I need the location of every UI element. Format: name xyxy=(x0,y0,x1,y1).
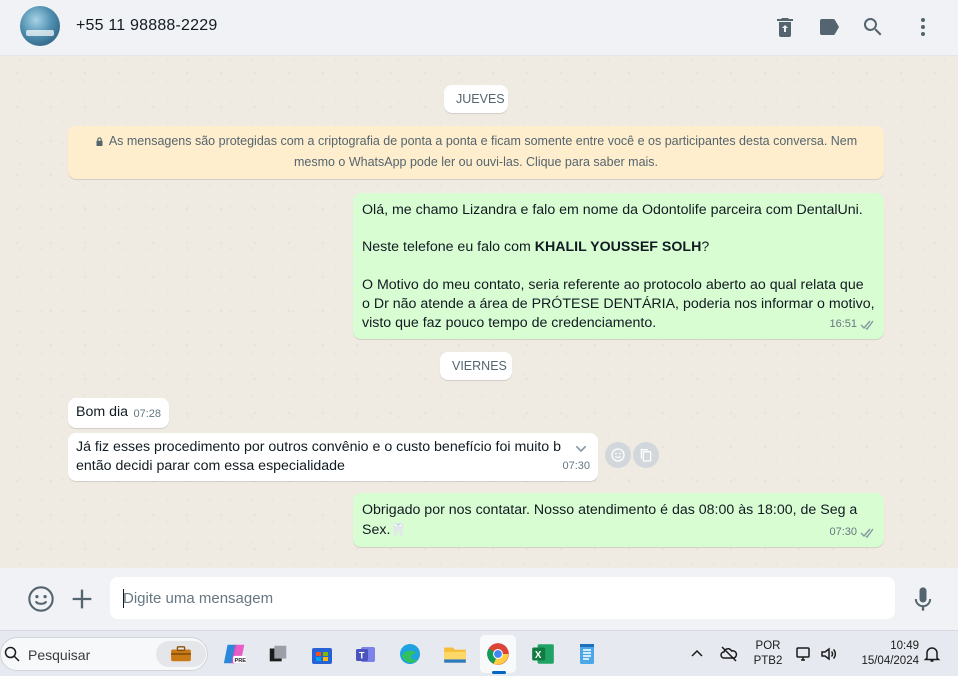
lock-icon xyxy=(96,137,103,146)
emoji-icon[interactable] xyxy=(27,585,55,613)
message-time: 07:30 xyxy=(829,526,857,538)
compose-bar xyxy=(0,568,958,630)
volume-icon[interactable] xyxy=(820,645,838,663)
attach-plus-icon[interactable] xyxy=(68,585,96,613)
message-text-line: Já fiz esses procedimento por outros con… xyxy=(76,439,562,455)
contact-name[interactable]: +55 11 98888-2229 xyxy=(76,17,217,35)
tooth-emoji: 🦷 xyxy=(390,522,407,537)
search-icon xyxy=(4,646,20,662)
onedrive-offline-icon[interactable] xyxy=(720,645,738,663)
message-text-line: Olá, me chamo Lizandra e falo em nome da… xyxy=(362,202,863,218)
message-outgoing[interactable]: Olá, me chamo Lizandra e falo em nome da… xyxy=(353,193,884,339)
search-label: Pesquisar xyxy=(28,647,91,663)
message-outgoing[interactable]: Obrigado por nos contatar. Nosso atendim… xyxy=(353,493,884,547)
emoji-react-icon[interactable] xyxy=(605,442,631,468)
svg-text:X: X xyxy=(535,650,542,661)
excel-icon[interactable]: X xyxy=(528,639,558,669)
message-meta: 07:30 xyxy=(829,523,876,542)
search-icon[interactable] xyxy=(861,15,885,39)
chat-panel[interactable]: JUEVES As mensagens são protegidas com a… xyxy=(0,56,958,568)
text-caret xyxy=(123,589,124,608)
keyboard-layout: PTB2 xyxy=(753,655,783,667)
clock-time: 10:49 xyxy=(890,640,919,652)
encryption-text: As mensagens são protegidas com a cripto… xyxy=(108,134,858,169)
copilot-icon[interactable]: PRE xyxy=(220,639,250,669)
message-meta: 07:30 xyxy=(562,457,590,476)
windows-taskbar: Pesquisar PRE T X POR PTB2 10:49 15/04/2… xyxy=(0,630,958,676)
taskbar-search[interactable]: Pesquisar xyxy=(0,637,208,671)
message-meta: 16:51 xyxy=(829,315,876,334)
message-text-line: Neste telefone eu falo com KHALIL YOUSSE… xyxy=(362,239,710,255)
clock[interactable]: 10:49 15/04/2024 xyxy=(851,639,919,669)
copy-icon[interactable] xyxy=(633,442,659,468)
chrome-icon[interactable] xyxy=(480,635,516,673)
microphone-icon[interactable] xyxy=(909,585,937,613)
contact-avatar[interactable] xyxy=(20,6,60,46)
date-separator-viernes: VIERNES xyxy=(440,352,512,380)
clock-date: 15/04/2024 xyxy=(861,655,919,667)
notification-bell-icon[interactable] xyxy=(923,645,941,663)
active-app-indicator xyxy=(492,671,506,674)
svg-text:PRE: PRE xyxy=(235,658,247,664)
file-explorer-icon[interactable] xyxy=(440,639,470,669)
chevron-up-icon[interactable] xyxy=(688,645,706,663)
language-code: POR xyxy=(755,640,781,652)
menu-icon[interactable] xyxy=(911,15,935,39)
message-meta: 07:28 xyxy=(133,405,161,424)
message-time: 16:51 xyxy=(829,318,857,330)
delete-icon[interactable] xyxy=(773,15,797,39)
message-text-line: então decidi parar com essa especialidad… xyxy=(76,458,345,474)
edge-icon[interactable] xyxy=(395,639,425,669)
svg-text:T: T xyxy=(359,651,365,661)
notepad-icon[interactable] xyxy=(572,639,602,669)
message-text-line: O Motivo do meu contato, seria referente… xyxy=(362,277,875,331)
message-text: Obrigado por nos contatar. Nosso atendim… xyxy=(362,502,858,538)
message-input[interactable] xyxy=(110,577,895,619)
message-incoming[interactable]: Bom dia 07:28 xyxy=(68,398,169,428)
teams-icon[interactable]: T xyxy=(351,639,381,669)
date-separator-jueves: JUEVES xyxy=(444,85,508,113)
message-incoming[interactable]: Já fiz esses procedimento por outros con… xyxy=(68,433,598,481)
chat-header: +55 11 98888-2229 xyxy=(0,0,958,56)
label-icon[interactable] xyxy=(817,15,841,39)
chevron-down-icon[interactable] xyxy=(573,441,589,457)
message-time: 07:28 xyxy=(133,408,161,420)
double-check-icon xyxy=(860,320,874,330)
encryption-notice[interactable]: As mensagens são protegidas com a cripto… xyxy=(68,126,884,179)
briefcase-icon xyxy=(156,641,206,667)
language-indicator[interactable]: POR PTB2 xyxy=(753,639,783,669)
double-check-icon xyxy=(860,528,874,538)
store-icon[interactable] xyxy=(307,639,337,669)
network-icon[interactable] xyxy=(795,645,813,663)
message-time: 07:30 xyxy=(562,460,590,472)
taskview-icon[interactable] xyxy=(263,639,293,669)
